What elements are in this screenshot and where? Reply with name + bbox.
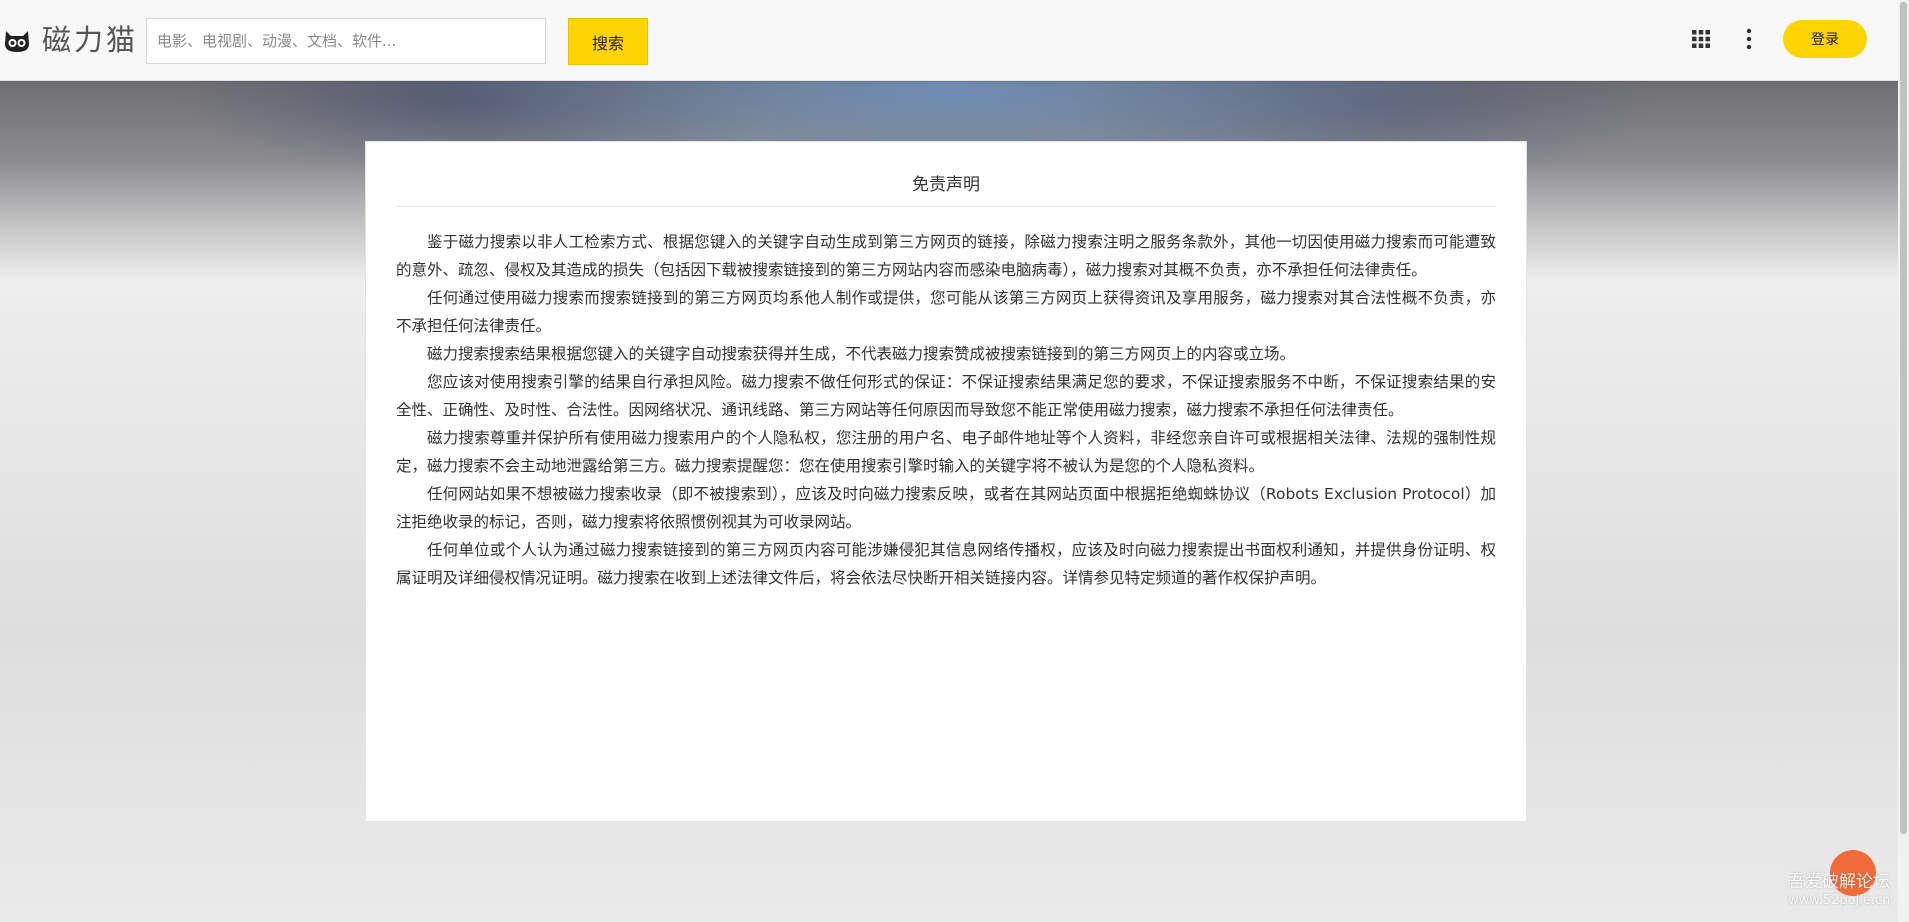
cat-logo-icon (5, 31, 29, 52)
watermark-site-name: 吾爱破解论坛 (1788, 872, 1890, 892)
disclaimer-paragraph: 鉴于磁力搜索以非人工检索方式、根据您键入的关键字自动生成到第三方网页的链接，除磁… (396, 233, 1496, 279)
disclaimer-paragraph: 任何网站如果不想被磁力搜索收录（即不被搜索到），应该及时向磁力搜索反映，或者在其… (396, 485, 1496, 531)
apps-grid-icon[interactable] (1692, 30, 1710, 48)
search-input[interactable] (146, 18, 546, 64)
disclaimer-paragraph: 任何单位或个人认为通过磁力搜索链接到的第三方网页内容可能涉嫌侵犯其信息网络传播权… (396, 541, 1496, 587)
disclaimer-body: 鉴于磁力搜索以非人工检索方式、根据您键入的关键字自动生成到第三方网页的链接，除磁… (396, 228, 1496, 592)
disclaimer-paragraph: 您应该对使用搜索引擎的结果自行承担风险。磁力搜索不做任何形式的保证：不保证搜索结… (396, 373, 1496, 419)
disclaimer-paragraph: 任何通过使用磁力搜索而搜索链接到的第三方网页均系他人制作或提供，您可能从该第三方… (396, 289, 1496, 335)
disclaimer-panel: 免责声明 鉴于磁力搜索以非人工检索方式、根据您键入的关键字自动生成到第三方网页的… (365, 141, 1527, 822)
page-scrollbar[interactable] (1898, 0, 1909, 922)
more-vertical-icon[interactable] (1740, 28, 1758, 50)
top-bar: 磁力猫 搜索 登录 (0, 0, 1898, 81)
forum-watermark: 吾爱破解论坛 www.52pojie.cn (1788, 872, 1898, 910)
watermark-url: www.52pojie.cn (1788, 893, 1891, 908)
login-button[interactable]: 登录 (1783, 20, 1867, 58)
scrollbar-thumb[interactable] (1900, 2, 1907, 834)
site-logo-text[interactable]: 磁力猫 (42, 20, 138, 60)
search-button[interactable]: 搜索 (568, 18, 648, 65)
disclaimer-title: 免责声明 (396, 164, 1496, 207)
disclaimer-paragraph: 磁力搜索搜索结果根据您键入的关键字自动搜索获得并生成，不代表磁力搜索赞成被搜索链… (427, 345, 1296, 363)
disclaimer-paragraph: 磁力搜索尊重并保护所有使用磁力搜索用户的个人隐私权，您注册的用户名、电子邮件地址… (396, 429, 1496, 475)
